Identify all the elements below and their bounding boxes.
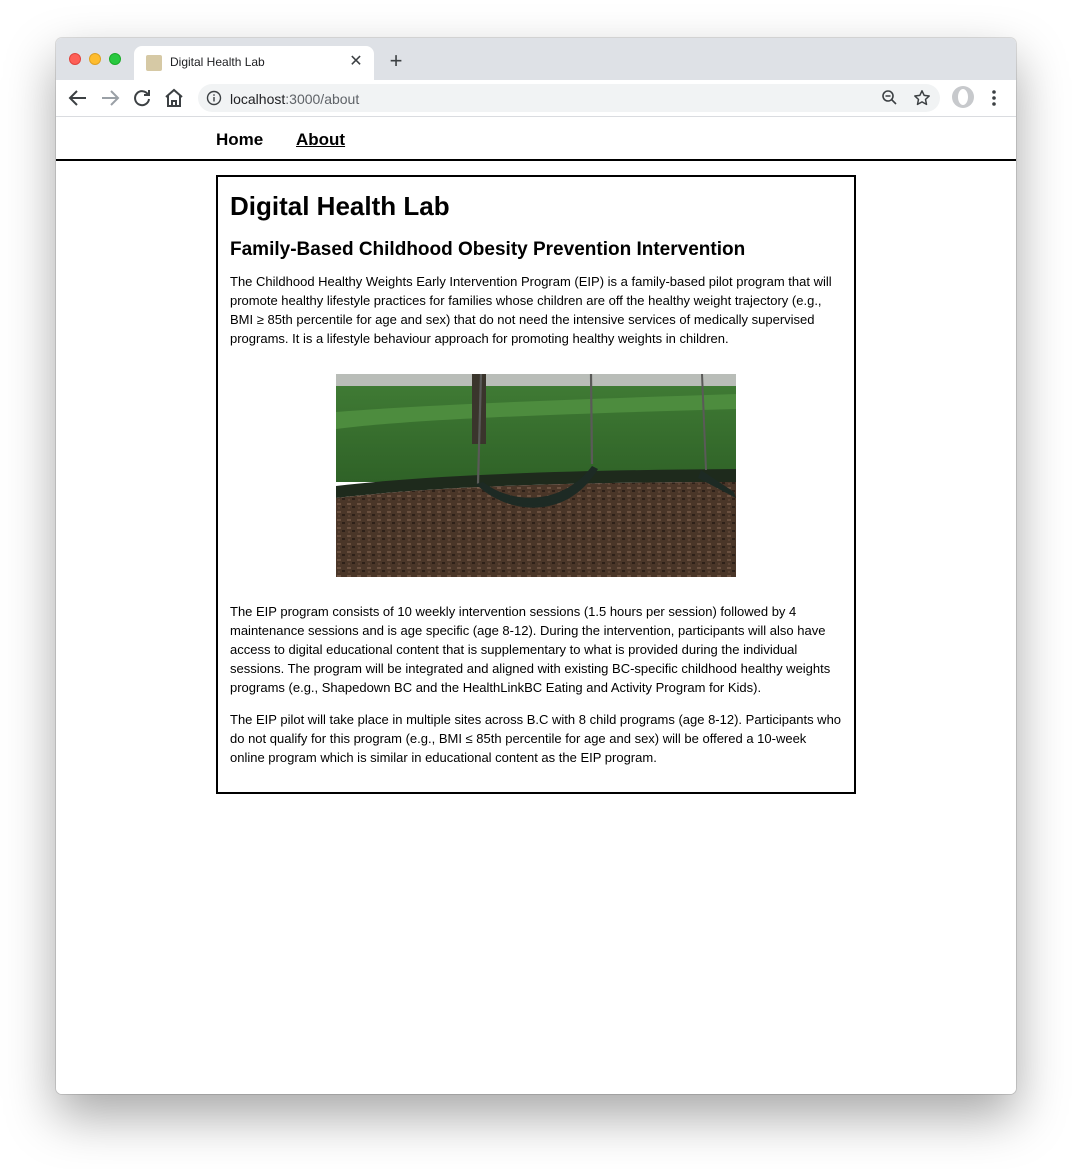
new-tab-button[interactable]: + [384,50,408,74]
forward-arrow-icon[interactable] [98,86,122,110]
title-bar: Digital Health Lab ✕ + [56,38,1016,80]
info-icon[interactable] [206,90,222,106]
tab-close-icon[interactable]: ✕ [346,52,366,72]
swing-photo [336,374,736,577]
intro-paragraph: The Childhood Healthy Weights Early Inte… [230,274,832,346]
nav-home-link[interactable]: Home [216,130,263,150]
program-details-paragraph: The EIP program consists of 10 weekly in… [230,604,831,695]
tab-title: Digital Health Lab [170,55,265,69]
kebab-menu-icon[interactable] [984,86,1004,110]
address-bar[interactable]: localhost:3000/about [198,84,940,112]
reload-icon[interactable] [130,86,154,110]
nav-about-link[interactable]: About [296,130,345,150]
pilot-details-paragraph: The EIP pilot will take place in multipl… [230,712,842,765]
back-arrow-icon[interactable] [66,86,90,110]
close-window-button[interactable] [69,53,81,65]
browser-toolbar: localhost:3000/about [56,80,1016,117]
url-text[interactable]: localhost:3000/about [230,91,359,107]
section-title: Family-Based Childhood Obesity Preventio… [230,239,746,260]
minimize-window-button[interactable] [89,53,101,65]
profile-avatar[interactable] [952,86,974,108]
page-title: Digital Health Lab [230,191,450,221]
about-content-card: Digital Health Lab Family-Based Childhoo… [216,175,856,794]
bookmark-star-icon[interactable] [912,88,932,108]
browser-window: Digital Health Lab ✕ + localhost:3000/ab… [56,38,1016,1094]
url-path: :3000/about [285,91,360,107]
zoom-out-icon[interactable] [880,88,900,108]
home-icon[interactable] [162,86,186,110]
favicon-icon [146,55,162,71]
browser-tab[interactable]: Digital Health Lab ✕ [134,46,374,80]
swing-image [336,374,736,577]
site-nav: Home About [56,117,1016,161]
avatar-silhouette-icon [958,89,968,105]
url-host: localhost [230,91,286,107]
page-viewport: Home About Digital Health Lab Family-Bas… [56,117,1016,1094]
maximize-window-button[interactable] [109,53,121,65]
